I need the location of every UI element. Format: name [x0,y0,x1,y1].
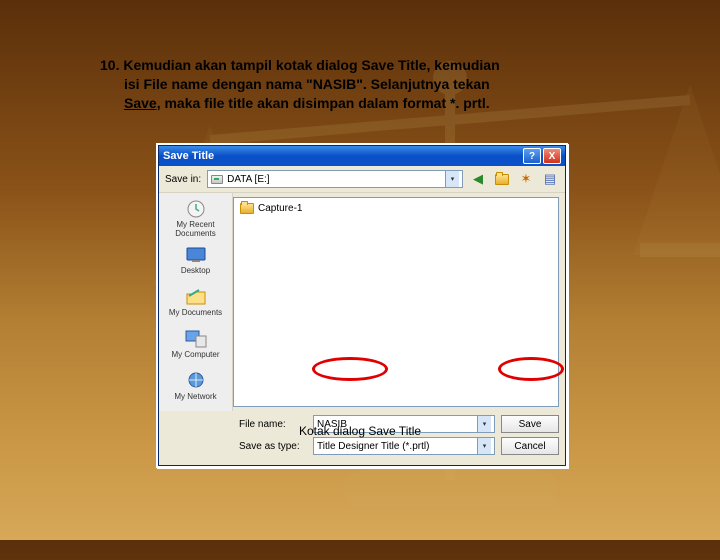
saveastype-dropdown[interactable]: Title Designer Title (*.prtl) ▾ [313,437,495,455]
figure-caption: Kotak dialog Save Title [299,424,421,438]
mydocs-icon [183,286,209,308]
instruction-text: 10. Kemudian akan tampil kotak dialog Sa… [100,56,600,113]
dialog-title: Save Title [163,150,521,162]
savein-label: Save in: [165,174,201,185]
recent-icon [183,198,209,220]
save-button[interactable]: Save [501,415,559,433]
desktop-icon [183,244,209,266]
up-icon[interactable] [493,170,511,188]
place-mydocs[interactable]: My Documents [159,281,232,323]
place-network[interactable]: My Network [159,365,232,407]
place-mycomputer[interactable]: My Computer [159,323,232,365]
help-button[interactable]: ? [523,148,541,164]
computer-icon [183,328,209,350]
dialog-footer: File name: NASIB ▾ Save Save as type: Ti… [159,411,565,465]
save-dialog-container: Save Title ? X Save in: DATA [E:] ▾ ◀ ✶ … [156,143,568,468]
toolbar: Save in: DATA [E:] ▾ ◀ ✶ ▤ [159,166,565,193]
saveastype-label: Save as type: [239,441,307,452]
network-icon [183,370,209,392]
views-icon[interactable]: ▤ [541,170,559,188]
file-list[interactable]: Capture-1 [233,197,559,407]
titlebar: Save Title ? X [159,146,565,166]
list-item[interactable]: Capture-1 [238,202,554,215]
savein-dropdown[interactable]: DATA [E:] ▾ [207,170,463,188]
back-icon[interactable]: ◀ [469,170,487,188]
chevron-down-icon: ▾ [445,171,459,187]
drive-icon [211,175,223,184]
place-desktop[interactable]: Desktop [159,239,232,281]
places-bar: My Recent Documents Desktop My Documents… [159,193,233,411]
chevron-down-icon: ▾ [477,416,491,432]
cancel-button[interactable]: Cancel [501,437,559,455]
place-recent[interactable]: My Recent Documents [159,197,232,239]
filename-label: File name: [239,419,307,430]
chevron-down-icon: ▾ [477,438,491,454]
new-folder-icon[interactable]: ✶ [517,170,535,188]
save-dialog: Save Title ? X Save in: DATA [E:] ▾ ◀ ✶ … [158,145,566,466]
close-button[interactable]: X [543,148,561,164]
folder-icon [240,203,254,214]
